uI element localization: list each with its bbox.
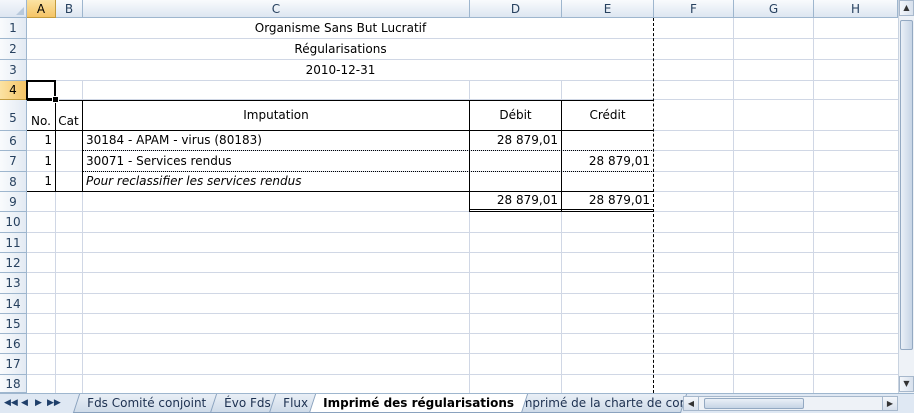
header-debit[interactable]: Débit: [470, 106, 561, 124]
row-header-11[interactable]: 11: [0, 233, 27, 253]
row-header-16[interactable]: 16: [0, 334, 27, 354]
next-sheet-icon[interactable]: ▶: [33, 396, 44, 410]
gridline: [27, 374, 898, 375]
tab-fds-comite-conjoint[interactable]: Fds Comité conjoint: [72, 394, 221, 413]
tab-label: Flux: [283, 396, 309, 410]
tab-label: Évo Fds: [224, 396, 271, 410]
scroll-up-icon[interactable]: ▲: [899, 0, 914, 16]
gridline: [27, 59, 654, 60]
row-header-18[interactable]: 18: [0, 375, 27, 393]
column-header-c[interactable]: C: [83, 0, 470, 18]
line-imputation[interactable]: Pour reclassifier les services rendus: [83, 172, 469, 191]
column-header-f[interactable]: F: [654, 0, 734, 18]
column-header-b[interactable]: B: [56, 0, 83, 18]
tab-label: Fds Comité conjoint: [87, 396, 207, 410]
header-cat[interactable]: Cat: [55, 112, 82, 130]
tab-imprime-des-regularisations[interactable]: Imprimé des régularisations: [308, 394, 529, 413]
row-header-3[interactable]: 3: [0, 60, 27, 81]
gridline: [27, 353, 898, 354]
line-no[interactable]: 1: [27, 131, 55, 150]
row-header-8[interactable]: 8: [0, 172, 27, 192]
total-underline: [470, 209, 653, 210]
spreadsheet-grid[interactable]: A B C D E F G H 1 2 3 4 5 6 7 8 9 10 11 …: [0, 0, 898, 393]
fill-handle[interactable]: [52, 96, 59, 103]
line-imputation[interactable]: 30184 - APAM - virus (80183): [83, 131, 469, 150]
line-no[interactable]: 1: [27, 151, 55, 171]
row-header-10[interactable]: 10: [0, 212, 27, 233]
sheet-tab-bar: ◀◀ ◀ ▶ ▶▶ Fds Comité conjoint Évo Fds Fl…: [0, 393, 914, 413]
total-debit[interactable]: 28 879,01: [470, 192, 561, 209]
scroll-left-icon[interactable]: ◀: [684, 397, 699, 410]
scroll-right-icon[interactable]: ▶: [882, 397, 897, 410]
header-no[interactable]: No.: [27, 112, 55, 130]
tab-label: Imprimé de la charte de comp: [517, 396, 688, 410]
gridline: [813, 18, 814, 393]
vertical-scrollbar[interactable]: ▲ ▼: [898, 0, 914, 393]
gridline: [27, 333, 898, 334]
column-header-e[interactable]: E: [562, 0, 654, 18]
column-header-g[interactable]: G: [734, 0, 814, 18]
report-title[interactable]: Régularisations: [27, 40, 654, 59]
header-credit[interactable]: Crédit: [562, 106, 653, 124]
scroll-down-icon[interactable]: ▼: [899, 376, 914, 392]
gridline: [733, 18, 734, 393]
line-debit[interactable]: 28 879,01: [470, 131, 561, 150]
gridline: [27, 252, 898, 253]
total-underline: [470, 211, 653, 212]
row-header-12[interactable]: 12: [0, 253, 27, 273]
row-header-9[interactable]: 9: [0, 192, 27, 212]
prev-sheet-icon[interactable]: ◀: [19, 396, 30, 410]
last-sheet-icon[interactable]: ▶▶: [47, 396, 61, 410]
gridline: [27, 211, 898, 212]
org-title[interactable]: Organisme Sans But Lucratif: [27, 19, 654, 38]
first-sheet-icon[interactable]: ◀◀: [4, 396, 18, 410]
header-imputation[interactable]: Imputation: [83, 106, 469, 124]
gridline: [27, 293, 898, 294]
column-header-h[interactable]: H: [814, 0, 898, 18]
line-no[interactable]: 1: [27, 172, 55, 191]
row-header-6[interactable]: 6: [0, 131, 27, 151]
row-header-4[interactable]: 4: [0, 81, 27, 100]
line-imputation[interactable]: 30071 - Services rendus: [83, 151, 469, 171]
column-header-a[interactable]: A: [27, 0, 56, 18]
gridline: [27, 313, 898, 314]
horizontal-scroll-thumb[interactable]: [704, 398, 804, 409]
row-header-13[interactable]: 13: [0, 273, 27, 294]
gridline: [27, 80, 898, 81]
line-credit[interactable]: 28 879,01: [562, 151, 653, 171]
column-header-d[interactable]: D: [470, 0, 562, 18]
vertical-scroll-thumb[interactable]: [900, 20, 913, 350]
report-date[interactable]: 2010-12-31: [27, 61, 654, 80]
gridline: [27, 232, 898, 233]
table-border-top: [27, 100, 654, 101]
row-header-2[interactable]: 2: [0, 39, 27, 60]
row-header-5[interactable]: 5: [0, 100, 27, 131]
horizontal-scrollbar[interactable]: ◀ ▶: [683, 396, 898, 411]
select-all-corner[interactable]: [0, 0, 27, 18]
row-header-1[interactable]: 1: [0, 18, 27, 39]
gridline: [27, 272, 898, 273]
row-header-15[interactable]: 15: [0, 314, 27, 334]
gridline: [27, 38, 654, 39]
tab-label: Imprimé des régularisations: [323, 396, 515, 410]
row-header-7[interactable]: 7: [0, 151, 27, 172]
tab-imprime-charte[interactable]: Imprimé de la charte de comp: [502, 394, 688, 413]
total-credit[interactable]: 28 879,01: [562, 192, 653, 209]
row-header-17[interactable]: 17: [0, 354, 27, 375]
row-header-14[interactable]: 14: [0, 294, 27, 314]
page-break-line: [653, 18, 654, 393]
